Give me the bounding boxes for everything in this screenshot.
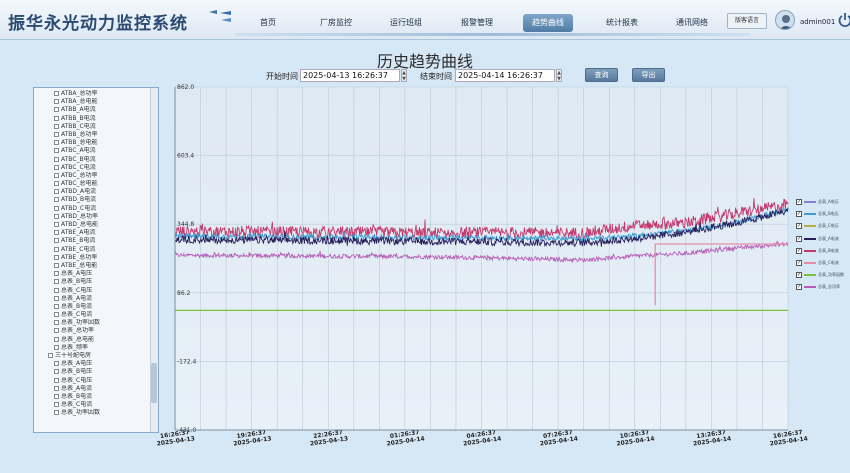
page-title: 历史趋势曲线 bbox=[376, 52, 473, 71]
legend-label: 总表_A电流 bbox=[818, 235, 839, 241]
nav-item-home[interactable]: 首页 bbox=[252, 14, 284, 32]
app-window: 振华永光动力监控系统 首页 厂房监控 运行班组 报警管理 趋势曲线 统计报表 通… bbox=[0, 0, 850, 473]
x-tick-label: 16:26:372025-04-14 bbox=[769, 429, 808, 448]
legend-label: 总表_C电流 bbox=[818, 260, 839, 266]
legend-item[interactable]: ✓ 总表_B电压 bbox=[796, 208, 846, 220]
y-tick-label: 344.8 bbox=[177, 221, 194, 228]
legend-item[interactable]: ✓ 总表_A电流 bbox=[796, 233, 846, 245]
y-tick-label: -172.4 bbox=[177, 358, 197, 365]
nav-item-alarm[interactable]: 报警管理 bbox=[454, 14, 500, 32]
chart-legend: ✓ 总表_A电压 ✓ 总表_B电压 ✓ 总表_C电压 ✓ 总表_A电流 ✓ 总表_B电流 ✓ 总表_C… bbox=[796, 196, 846, 294]
x-tick-label: 01:26:372025-04-14 bbox=[386, 429, 425, 448]
app-title: 振华永光动力监控系统 bbox=[8, 14, 188, 34]
nav-item-plant-monitor[interactable]: 厂房监控 bbox=[313, 14, 359, 32]
legend-checkbox[interactable]: ✓ bbox=[796, 223, 802, 230]
legend-swatch bbox=[804, 237, 816, 240]
trend-chart: 862.0603.4344.886.2-172.4-431.0 16:26:37… bbox=[156, 84, 808, 448]
start-time-input[interactable]: 2025-04-13 16:26:37 bbox=[300, 69, 400, 82]
x-tick-label: 10:26:372025-04-14 bbox=[616, 429, 655, 448]
x-tick-label: 16:26:372025-04-13 bbox=[156, 429, 195, 448]
legend-swatch bbox=[804, 249, 816, 252]
legend-swatch bbox=[804, 274, 816, 277]
nav-item-trend[interactable]: 趋势曲线 bbox=[523, 14, 573, 32]
y-tick-label: 862.0 bbox=[177, 84, 194, 91]
legend-swatch bbox=[804, 225, 816, 228]
legend-item[interactable]: ✓ 总表_功率因数 bbox=[796, 269, 846, 281]
top-header: 振华永光动力监控系统 首页 厂房监控 运行班组 报警管理 趋势曲线 统计报表 通… bbox=[0, 0, 850, 40]
legend-swatch bbox=[804, 213, 816, 216]
legend-checkbox[interactable]: ✓ bbox=[796, 247, 802, 254]
legend-item[interactable]: ✓ 总表_A电压 bbox=[796, 196, 846, 208]
legend-item[interactable]: ✓ 总表_C电流 bbox=[796, 257, 846, 269]
x-axis-ticks: 16:26:372025-04-13 19:26:372025-04-13 22:2… bbox=[156, 429, 808, 448]
x-tick-label: 13:26:372025-04-14 bbox=[693, 429, 732, 448]
nav-item-network[interactable]: 通讯网络 bbox=[667, 14, 717, 32]
legend-label: 总表_C电压 bbox=[818, 223, 839, 229]
legend-item[interactable]: ✓ 总表_B电流 bbox=[796, 245, 846, 257]
username-label: admin001 bbox=[800, 18, 836, 26]
x-tick-label: 07:26:372025-04-14 bbox=[539, 429, 578, 448]
legend-label: 总表_总功率 bbox=[818, 284, 840, 290]
language-button[interactable]: 版客语言 bbox=[727, 13, 767, 29]
query-button[interactable]: 查询 bbox=[585, 68, 618, 82]
legend-label: 总表_A电压 bbox=[818, 199, 839, 205]
legend-checkbox[interactable]: ✓ bbox=[796, 199, 802, 206]
y-tick-label: 86.2 bbox=[177, 290, 191, 297]
start-time-label: 开始时间 bbox=[266, 72, 298, 81]
legend-label: 总表_B电流 bbox=[818, 247, 839, 253]
legend-checkbox[interactable]: ✓ bbox=[796, 211, 802, 218]
nav-item-report[interactable]: 统计报表 bbox=[599, 14, 645, 32]
legend-checkbox[interactable]: ✓ bbox=[796, 235, 802, 242]
legend-swatch bbox=[804, 262, 816, 265]
legend-checkbox[interactable]: ✓ bbox=[796, 272, 802, 279]
user-avatar[interactable] bbox=[775, 10, 795, 30]
legend-item[interactable]: ✓ 总表_总功率 bbox=[796, 281, 846, 293]
end-time-spinner[interactable]: ▲ ▼ bbox=[556, 69, 562, 82]
x-tick-label: 22:26:372025-04-13 bbox=[310, 429, 349, 448]
legend-checkbox[interactable]: ✓ bbox=[796, 284, 802, 291]
x-tick-label: 19:26:372025-04-13 bbox=[233, 429, 272, 448]
end-time-label: 结束时间 bbox=[420, 72, 452, 81]
legend-item[interactable]: ✓ 总表_C电压 bbox=[796, 220, 846, 232]
legend-label: 总表_功率因数 bbox=[818, 272, 844, 278]
legend-label: 总表_B电压 bbox=[818, 211, 839, 217]
power-icon[interactable] bbox=[838, 12, 850, 28]
nav-item-shift-team[interactable]: 运行班组 bbox=[383, 14, 429, 32]
nav-underline bbox=[235, 33, 750, 36]
start-time-spinner[interactable]: ▲ ▼ bbox=[401, 69, 407, 82]
end-time-input[interactable]: 2025-04-14 16:26:37 bbox=[455, 69, 555, 82]
user-icon bbox=[779, 15, 793, 29]
legend-swatch bbox=[804, 286, 816, 289]
export-button[interactable]: 导出 bbox=[632, 68, 665, 82]
y-tick-label: 603.4 bbox=[177, 153, 194, 160]
legend-swatch bbox=[804, 201, 816, 204]
x-tick-label: 04:26:372025-04-14 bbox=[463, 429, 502, 448]
brand-mark-icon bbox=[209, 10, 231, 22]
legend-checkbox[interactable]: ✓ bbox=[796, 260, 802, 267]
